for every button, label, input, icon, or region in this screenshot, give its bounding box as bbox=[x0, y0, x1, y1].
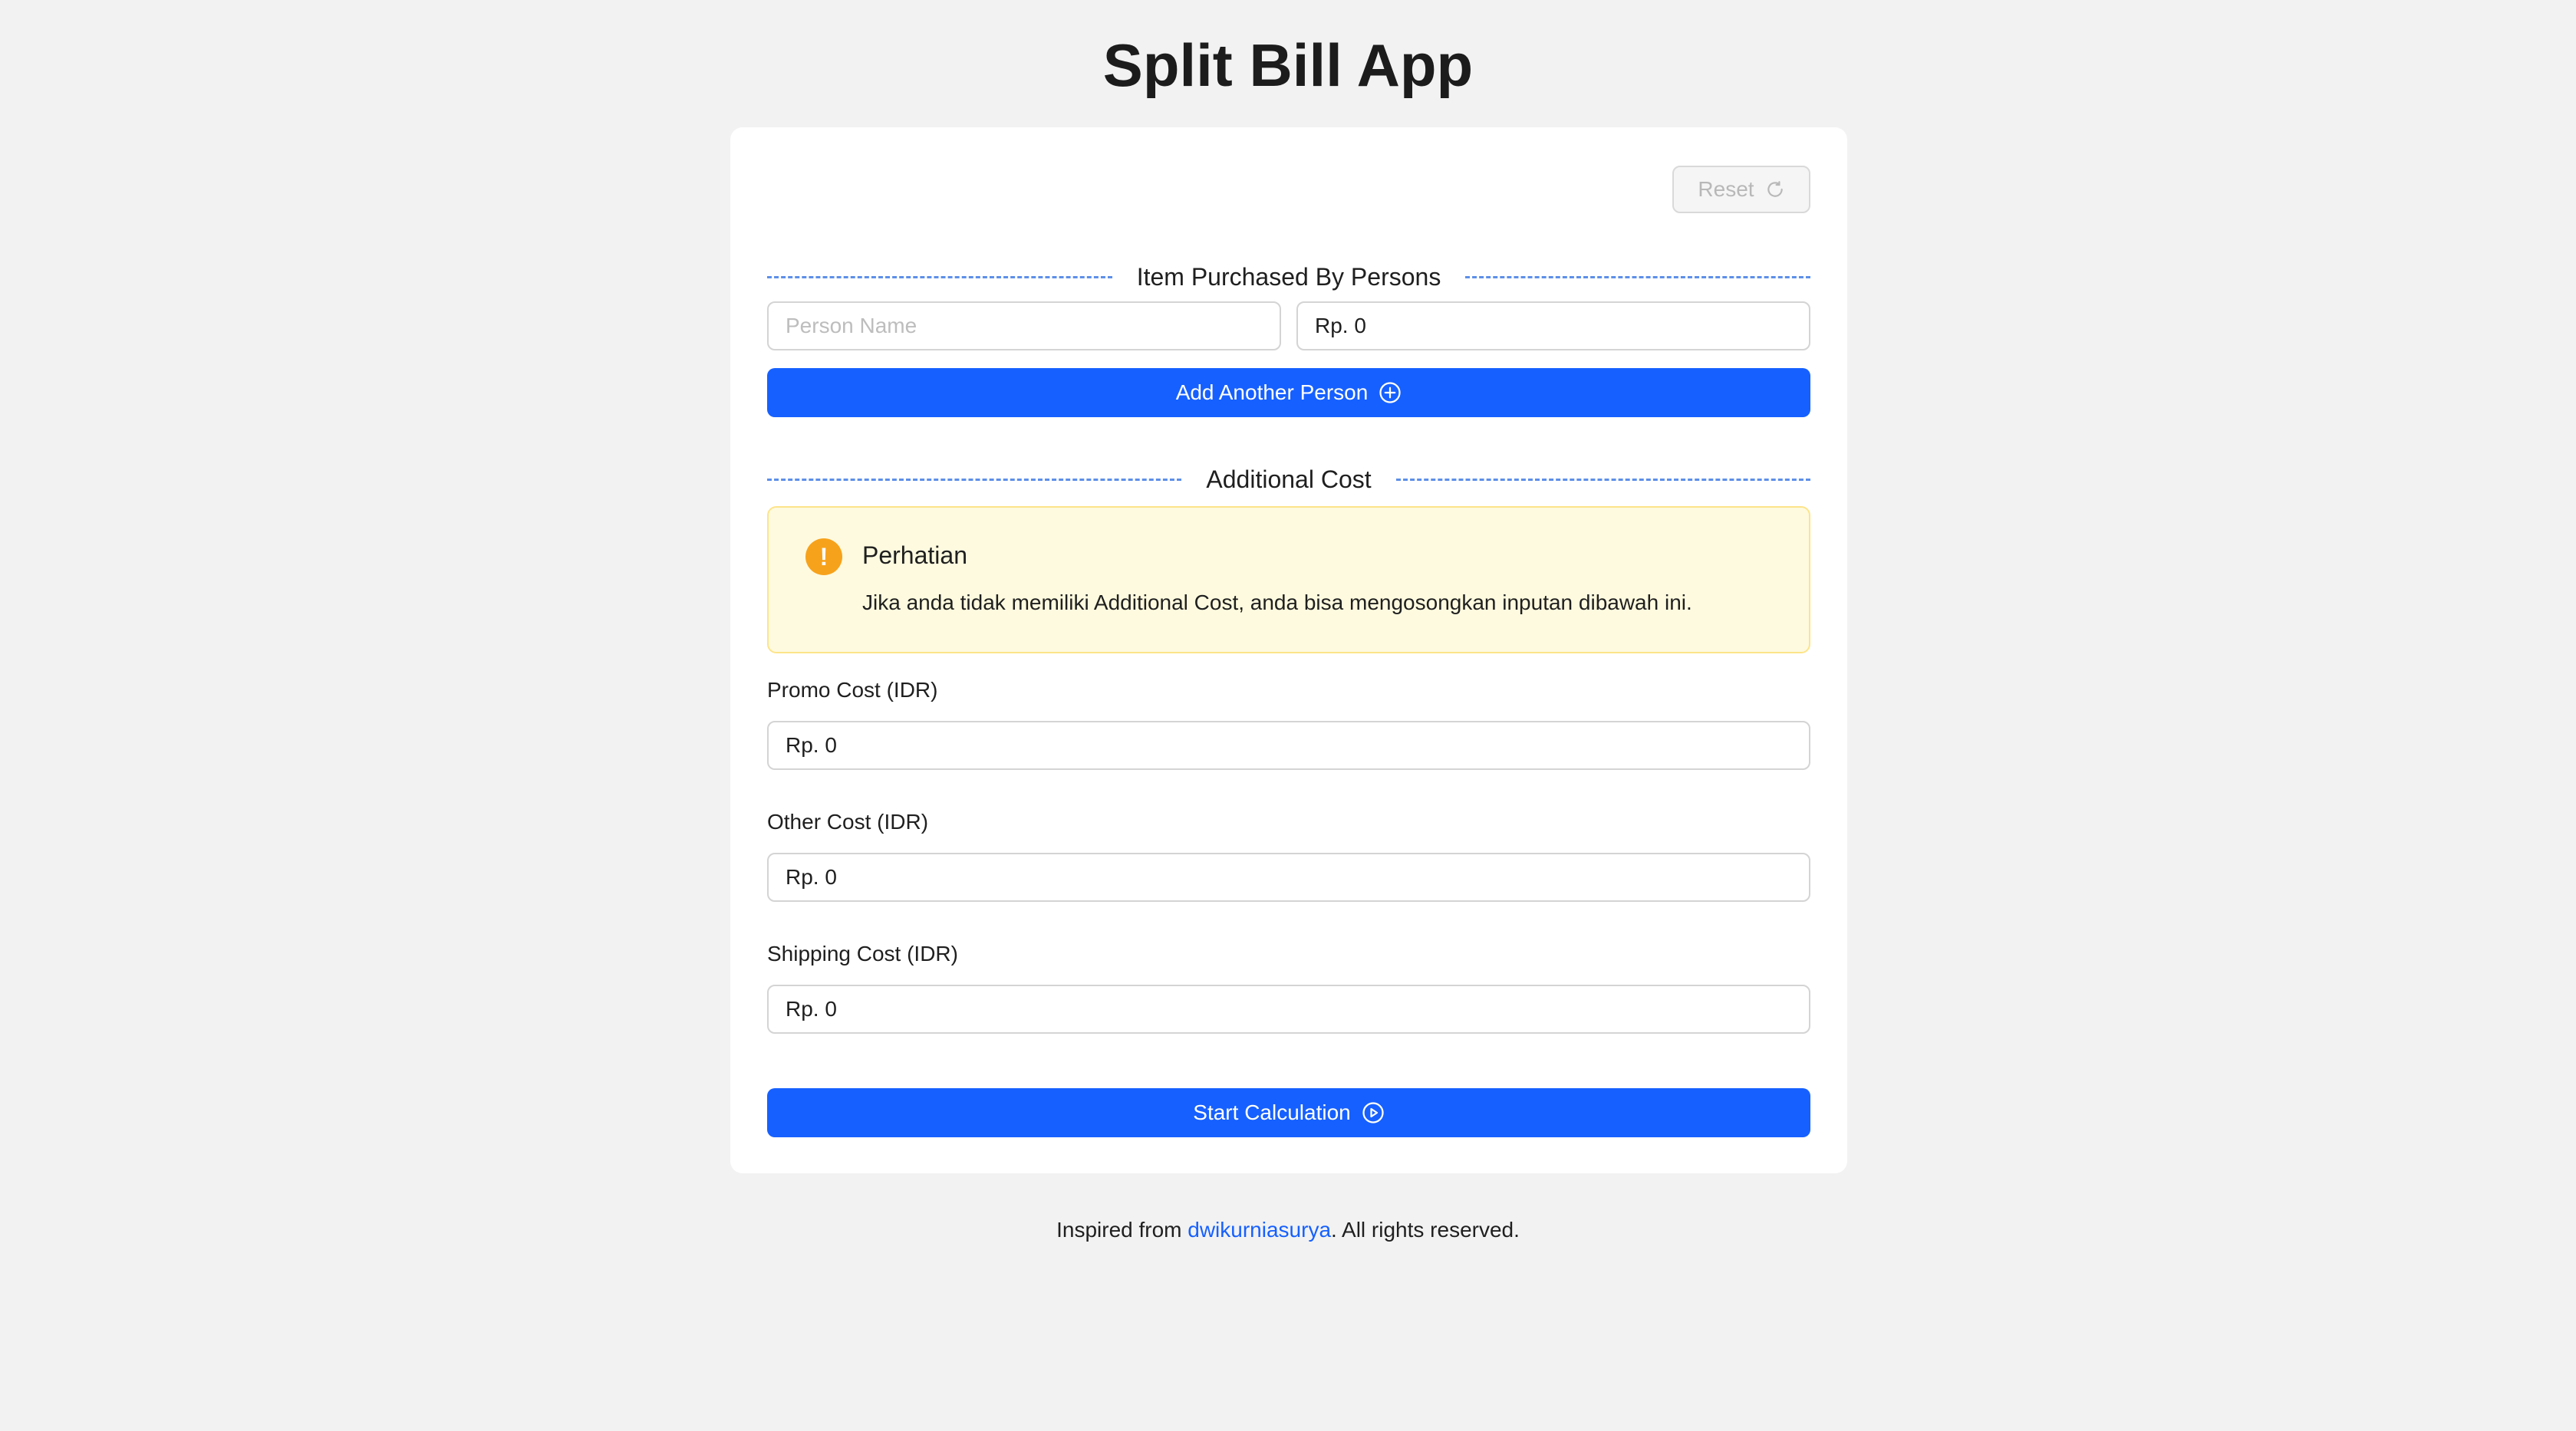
additional-section-title: Additional Cost bbox=[1206, 465, 1372, 493]
person-amount-input[interactable] bbox=[1296, 301, 1810, 350]
add-person-button[interactable]: Add Another Person bbox=[767, 368, 1810, 417]
footer-prefix: Inspired from bbox=[1056, 1218, 1188, 1242]
add-person-button-label: Add Another Person bbox=[1175, 380, 1369, 404]
divider-line-right bbox=[1465, 275, 1810, 278]
divider-line-left bbox=[767, 478, 1182, 481]
play-circle-icon bbox=[1362, 1101, 1385, 1124]
split-bill-card: Reset Item Purchased By Persons Add Anot… bbox=[730, 127, 1847, 1173]
attention-alert: ! Perhatian Jika anda tidak memiliki Add… bbox=[767, 506, 1810, 653]
start-calculation-button-label: Start Calculation bbox=[1193, 1100, 1351, 1124]
start-calculation-button[interactable]: Start Calculation bbox=[767, 1088, 1810, 1137]
alert-title: Perhatian bbox=[862, 541, 967, 569]
footer: Inspired from dwikurniasurya. All rights… bbox=[0, 1218, 2576, 1242]
persons-section-divider: Item Purchased By Persons bbox=[767, 258, 1810, 296]
divider-line-left bbox=[767, 275, 1112, 278]
persons-section-title: Item Purchased By Persons bbox=[1136, 262, 1441, 291]
alert-message: Jika anda tidak memiliki Additional Cost… bbox=[862, 590, 1692, 614]
exclamation-icon: ! bbox=[805, 538, 842, 575]
refresh-icon bbox=[1765, 179, 1785, 199]
reset-button[interactable]: Reset bbox=[1672, 166, 1810, 213]
promo-cost-label: Promo Cost (IDR) bbox=[767, 678, 938, 702]
reset-button-label: Reset bbox=[1698, 177, 1754, 201]
shipping-cost-input[interactable] bbox=[767, 985, 1810, 1034]
footer-suffix: . All rights reserved. bbox=[1331, 1218, 1520, 1242]
other-cost-label: Other Cost (IDR) bbox=[767, 810, 929, 834]
page-title: Split Bill App bbox=[1102, 31, 1474, 99]
additional-section-divider: Additional Cost bbox=[767, 460, 1811, 498]
author-link[interactable]: dwikurniasurya bbox=[1188, 1218, 1331, 1242]
shipping-cost-label: Shipping Cost (IDR) bbox=[767, 942, 958, 966]
other-cost-input[interactable] bbox=[767, 853, 1810, 902]
divider-line-right bbox=[1395, 478, 1811, 481]
plus-circle-icon bbox=[1379, 381, 1402, 404]
promo-cost-input[interactable] bbox=[767, 721, 1810, 770]
person-name-input[interactable] bbox=[767, 301, 1281, 350]
